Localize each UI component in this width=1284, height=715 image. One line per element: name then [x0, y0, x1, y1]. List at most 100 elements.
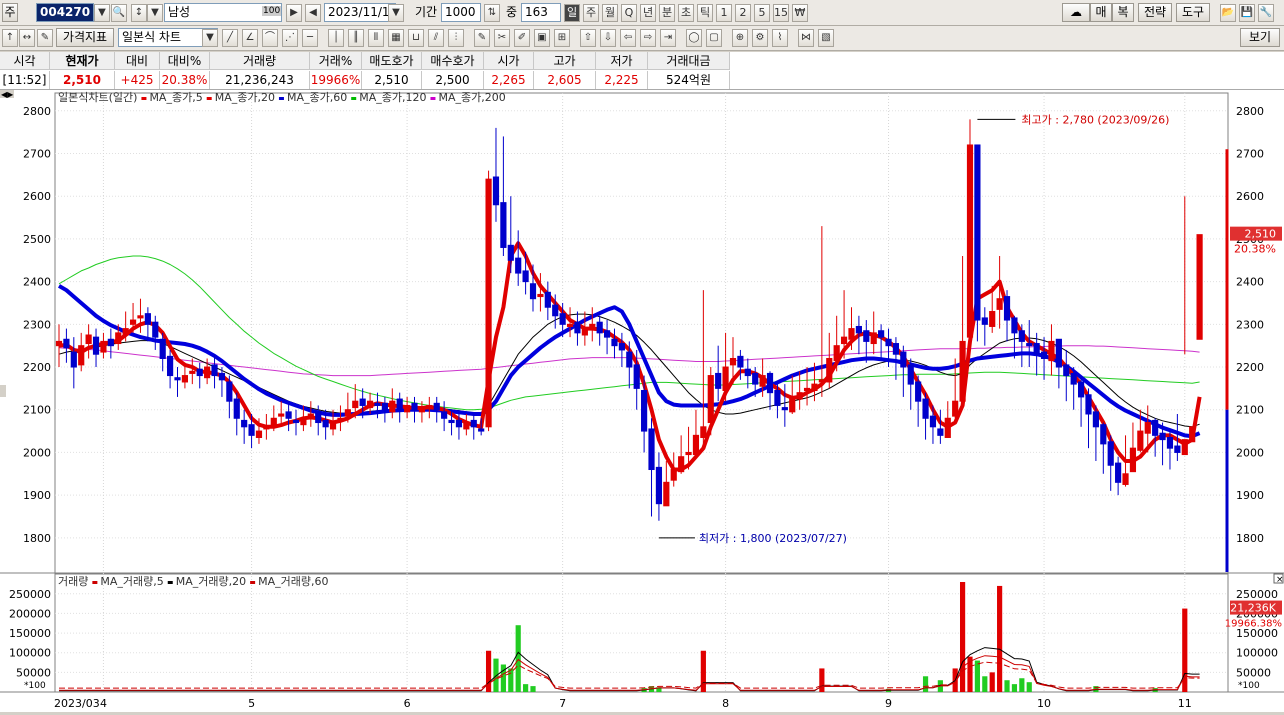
candle-body [537, 293, 544, 298]
date-dropdown-icon[interactable]: ▼ [388, 4, 404, 22]
shift-down-tool-icon[interactable]: ⇩ [600, 29, 616, 47]
vline-tool-icon[interactable]: │ [328, 29, 344, 47]
line-tool-icon[interactable]: ╱ [222, 29, 238, 47]
pattern-tool-icon[interactable]: ⋈ [798, 29, 814, 47]
candle-body [544, 291, 551, 308]
candle-body [633, 364, 640, 389]
period-button-5[interactable]: 분 [659, 4, 675, 22]
cross-tool-icon[interactable]: ⊞ [554, 29, 570, 47]
price-tick-label-right: 2300 [1236, 318, 1264, 331]
candle-body [1085, 394, 1092, 415]
indicator-button[interactable]: 가격지표 [56, 28, 114, 47]
price-legend-swatch [206, 97, 212, 100]
strategy-button[interactable]: 전략 [1138, 3, 1172, 22]
cut-tool-icon[interactable]: ✂ [494, 29, 510, 47]
arc-tool-icon[interactable]: ⌒ [262, 29, 278, 47]
edit-icon[interactable]: ✎ [37, 29, 53, 47]
cloud-icon[interactable]: ☁ [1062, 3, 1090, 22]
fib-tool-icon[interactable]: ⦀ [368, 29, 384, 47]
code-dropdown-icon[interactable]: ▼ [94, 4, 110, 22]
save-icon[interactable]: 💾 [1239, 4, 1255, 22]
candle-body [189, 370, 196, 374]
period-button-10[interactable]: 5 [754, 4, 770, 22]
up-arrow-icon[interactable]: ↑ [2, 29, 18, 47]
candle-body [641, 390, 648, 432]
shift-left-tool-icon[interactable]: ⇦ [620, 29, 636, 47]
price-tick-label-right: 2200 [1236, 361, 1264, 374]
tools-button[interactable]: 도구 [1176, 3, 1210, 22]
open-icon[interactable]: 📂 [1220, 4, 1236, 22]
close-panel-glyph: × [1276, 575, 1284, 585]
period-button-2[interactable]: 월 [602, 4, 618, 22]
count-input[interactable]: 163 [521, 3, 561, 22]
candle-body [1040, 351, 1048, 359]
view-button[interactable]: 보기 [1240, 28, 1280, 47]
candle-body [1189, 426, 1196, 443]
candle-body [233, 398, 240, 419]
period-button-6[interactable]: 초 [678, 4, 694, 22]
period-button-7[interactable]: 틱 [697, 4, 713, 22]
vlines-tool-icon[interactable]: ║ [348, 29, 364, 47]
shift-up-tool-icon[interactable]: ⇧ [580, 29, 596, 47]
quote-header: 시가 [484, 52, 534, 70]
period-button-1[interactable]: 주 [583, 4, 599, 22]
chart-svg[interactable]: ◀▶ 1800 1800 1900 1900 2000 2000 2100 2100 2200 22… [0, 90, 1284, 712]
zoom-tool-icon[interactable]: ⊕ [732, 29, 748, 47]
box-tool-icon[interactable]: ▣ [534, 29, 550, 47]
quote-header: 저가 [596, 52, 648, 70]
period-button-0[interactable]: 일 [564, 4, 580, 22]
end-tool-icon[interactable]: ⇥ [660, 29, 676, 47]
search-icon[interactable]: 🔍 [111, 4, 127, 22]
candle-body [781, 407, 788, 411]
period-button-3[interactable]: Q [621, 4, 637, 22]
candle-body [759, 375, 766, 387]
prev-icon[interactable]: ◀ [305, 4, 321, 22]
multi-button[interactable]: 복 [1112, 3, 1134, 22]
hline-tool-icon[interactable]: ─ [302, 29, 318, 47]
parallel-tool-icon[interactable]: ⫶ [448, 29, 464, 47]
cycle-tool-icon[interactable]: ⊔ [408, 29, 424, 47]
period-button-8[interactable]: 1 [716, 4, 732, 22]
quote-value: 2,225 [596, 71, 648, 89]
candle-body [218, 372, 226, 381]
clear-tool-icon[interactable]: ▧ [818, 29, 834, 47]
period-button-12[interactable]: ₩ [792, 4, 808, 22]
rect-tool-icon[interactable]: ▢ [706, 29, 722, 47]
pen-tool-icon[interactable]: ✎ [474, 29, 490, 47]
candle-body [389, 400, 396, 413]
expand-icon[interactable]: ↔ [19, 29, 35, 47]
settings-tool-icon[interactable]: ⚙ [752, 29, 768, 47]
period-button-11[interactable]: 15 [773, 4, 789, 22]
wave-tool-icon[interactable]: ⌇ [772, 29, 788, 47]
chart-area[interactable]: ◀▶ 1800 1800 1900 1900 2000 2000 2100 2100 2200 22… [0, 90, 1284, 712]
channel-tool-icon[interactable]: ⫽ [428, 29, 444, 47]
next-icon[interactable]: ▶ [286, 4, 302, 22]
candle-body [315, 411, 322, 424]
date-input[interactable]: 2023/11/17 [324, 3, 397, 22]
shift-right-tool-icon[interactable]: ⇨ [640, 29, 656, 47]
sort-dropdown-icon[interactable]: ▼ [147, 4, 163, 22]
candle-body [744, 368, 751, 377]
wrench-icon[interactable]: 🔧 [1258, 4, 1274, 22]
candle-body [818, 379, 825, 383]
angle-tool-icon[interactable]: ∠ [242, 29, 258, 47]
period-input[interactable]: 1000 [441, 3, 481, 22]
quote-value: 20.38% [160, 71, 210, 89]
candle-body [248, 424, 255, 436]
period-button-9[interactable]: 2 [735, 4, 751, 22]
note-tool-icon[interactable]: ✐ [514, 29, 530, 47]
period-button-4[interactable]: 년 [640, 4, 656, 22]
sort-icon[interactable]: ↕ [131, 4, 147, 22]
period-adjust-icon[interactable]: ⇅ [484, 4, 500, 22]
chart-type-dropdown-icon[interactable]: ▼ [202, 29, 218, 47]
count-label: 중 [506, 5, 518, 19]
candle-body [1063, 364, 1070, 377]
market-selector[interactable]: 주 [2, 3, 18, 22]
fan-tool-icon[interactable]: ⋰ [282, 29, 298, 47]
candle-body [729, 357, 737, 366]
single-button[interactable]: 매 [1090, 3, 1112, 22]
stock-code-input[interactable]: 004270 [36, 3, 94, 22]
volume-unit-label-right: *100 [1238, 681, 1260, 691]
grid-tool-icon[interactable]: ▦ [388, 29, 404, 47]
circle-tool-icon[interactable]: ◯ [686, 29, 702, 47]
